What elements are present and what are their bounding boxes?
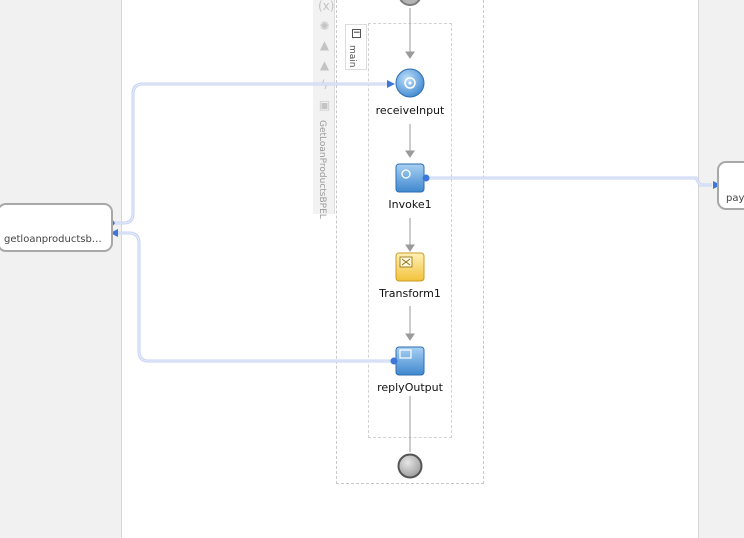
receive-activity-label[interactable]: receiveInput: [355, 104, 465, 117]
reply-activity-icon[interactable]: [390, 346, 425, 376]
invoke-activity-label[interactable]: Invoke1: [355, 198, 465, 211]
exposed-service-component[interactable]: getloanproductsb…: [0, 203, 113, 252]
external-reference-component[interactable]: pay: [717, 161, 744, 210]
wire-invoke-to-reference[interactable]: [426, 176, 721, 189]
service-name: getloanproductsb…: [4, 234, 102, 245]
end-node[interactable]: [397, 453, 423, 479]
transform-activity-icon[interactable]: [395, 252, 425, 282]
transform-activity-label[interactable]: Transform1: [355, 287, 465, 300]
wires-layer: [46, 0, 721, 479]
receive-activity-icon[interactable]: [395, 68, 425, 98]
invoke-activity-icon[interactable]: [395, 163, 430, 193]
reference-name: pay: [726, 193, 744, 204]
wire-reply-to-service[interactable]: [110, 216, 393, 363]
wire-service-to-receive[interactable]: [114, 80, 395, 225]
reply-activity-label[interactable]: replyOutput: [355, 381, 465, 394]
start-node[interactable]: [399, 0, 421, 6]
